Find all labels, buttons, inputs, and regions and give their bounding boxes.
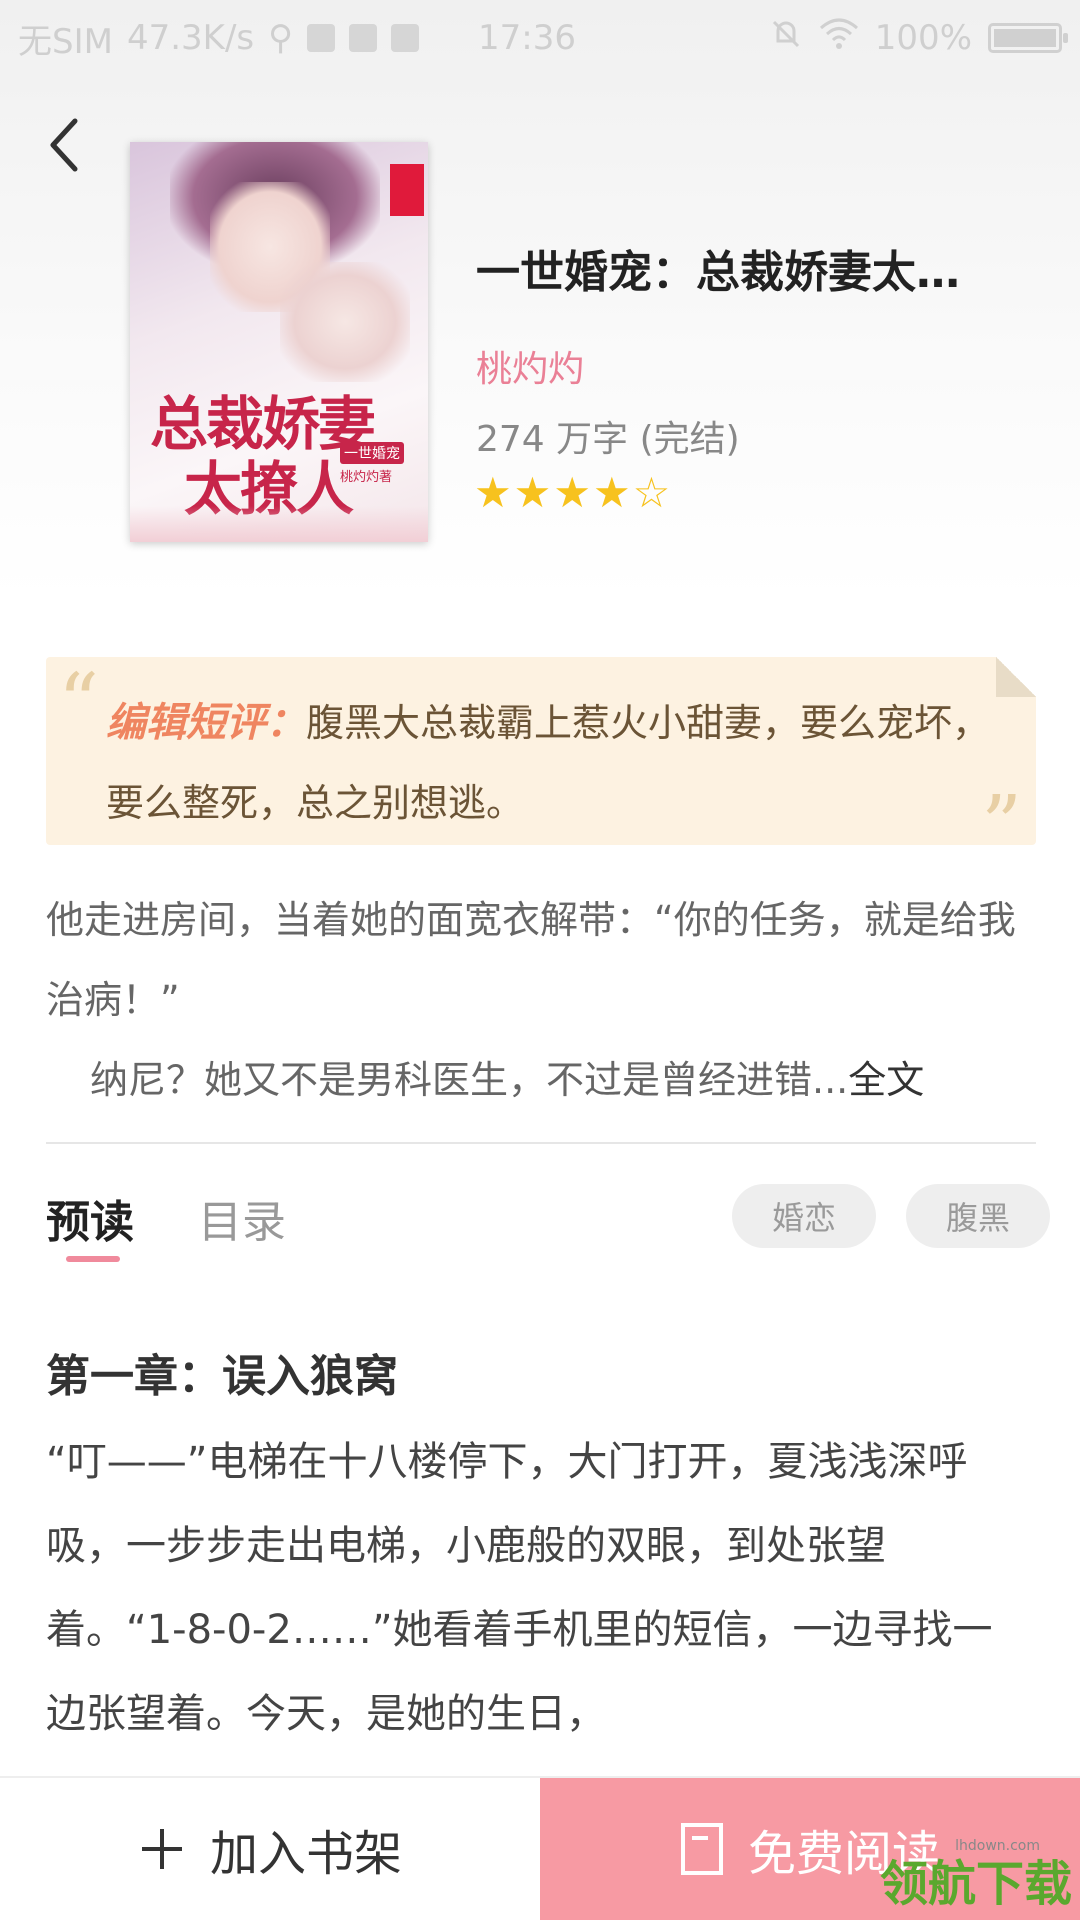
status-left: 无SIM 47.3K/s ⚲ — [18, 14, 478, 63]
check-icon — [349, 24, 378, 52]
quote-open-icon: “ — [58, 656, 99, 749]
cover-author: 桃灼灼著 — [340, 470, 393, 485]
star-filled-icon: ★ — [474, 468, 512, 517]
star-filled-icon: ★ — [513, 468, 552, 517]
tab-catalog[interactable]: 目录 — [198, 1186, 286, 1250]
chapter-title: 第一章：误入狼窝 — [46, 1351, 398, 1402]
quote-close-icon: ” — [981, 778, 1022, 871]
star-empty-icon: ☆ — [632, 468, 671, 517]
review-label: 编辑短评： — [106, 699, 306, 746]
tab-bar: 预读 目录 — [46, 1186, 286, 1250]
battery-icon — [988, 23, 1068, 53]
status-time: 17:36 — [478, 18, 576, 58]
book-summary: 他走进房间，当着她的面宽衣解带：“你的任务，就是给我治病！” 纳尼？她又不是男科… — [46, 880, 1036, 1120]
network-speed: 47.3K/s — [126, 18, 255, 58]
book-cover[interactable]: 总裁娇妻 太撩人 一世婚宠 桃灼灼著 — [130, 142, 428, 542]
summary-line1: 他走进房间，当着她的面宽衣解带：“你的任务，就是给我治病！” — [46, 898, 1016, 1022]
status-right: 100% — [769, 17, 1068, 60]
tag-list: 婚恋 腹黑 — [732, 1184, 1050, 1248]
tab-preview[interactable]: 预读 — [46, 1186, 134, 1250]
star-filled-icon: ★ — [592, 468, 631, 517]
summary-line2: 纳尼？她又不是男科医生，不过是曾经进错... — [90, 1058, 849, 1102]
tab-active-indicator — [66, 1256, 120, 1262]
carrier-label: 无SIM — [18, 21, 113, 62]
book-author[interactable]: 桃灼灼 — [476, 340, 584, 392]
cover-tag — [390, 164, 424, 216]
book-title: 一世婚宠：总裁娇妻太… — [476, 247, 960, 298]
rating-stars: ★ ★ ★ ★ ☆ — [474, 472, 670, 514]
book-word-count: 274 万字 (完结) — [476, 419, 740, 460]
add-to-shelf-label: 加入书架 — [209, 1826, 402, 1882]
plus-icon — [141, 1829, 182, 1869]
mute-icon — [769, 17, 803, 60]
tag-romance[interactable]: 婚恋 — [732, 1184, 876, 1248]
chapter-text: “叮——”电梯在十八楼停下，大门打开，夏浅浅深呼吸，一步步走出电梯，小鹿般的双眼… — [46, 1439, 993, 1737]
notification-icon — [307, 24, 336, 52]
full-text-link[interactable]: 全文 — [848, 1058, 924, 1102]
watermark-logo: 领航下载 — [879, 1856, 1072, 1912]
mail-icon — [391, 24, 420, 52]
cover-series: 一世婚宠 — [340, 442, 404, 464]
chevron-left-icon — [50, 118, 78, 172]
status-bar: 无SIM 47.3K/s ⚲ 17:36 100% — [0, 0, 1080, 76]
add-to-shelf-button[interactable]: 加入书架 — [0, 1778, 540, 1920]
review-text-block: 编辑短评：腹黑大总裁霸上惹火小甜妻，要么宠坏，要么整死，总之别想逃。 — [106, 683, 1006, 843]
wifi-icon — [819, 18, 859, 59]
divider — [46, 1142, 1036, 1144]
book-icon — [680, 1823, 723, 1875]
editor-review: “ 编辑短评：腹黑大总裁霸上惹火小甜妻，要么宠坏，要么整死，总之别想逃。 ” — [46, 656, 1036, 865]
summary-line2-block: 纳尼？她又不是男科医生，不过是曾经进错...全文 — [46, 1040, 1036, 1120]
back-button[interactable] — [34, 110, 94, 180]
star-filled-icon: ★ — [553, 468, 591, 517]
tag-scheming[interactable]: 腹黑 — [906, 1184, 1050, 1248]
usb-icon: ⚲ — [268, 18, 294, 58]
battery-percent: 100% — [874, 18, 972, 58]
